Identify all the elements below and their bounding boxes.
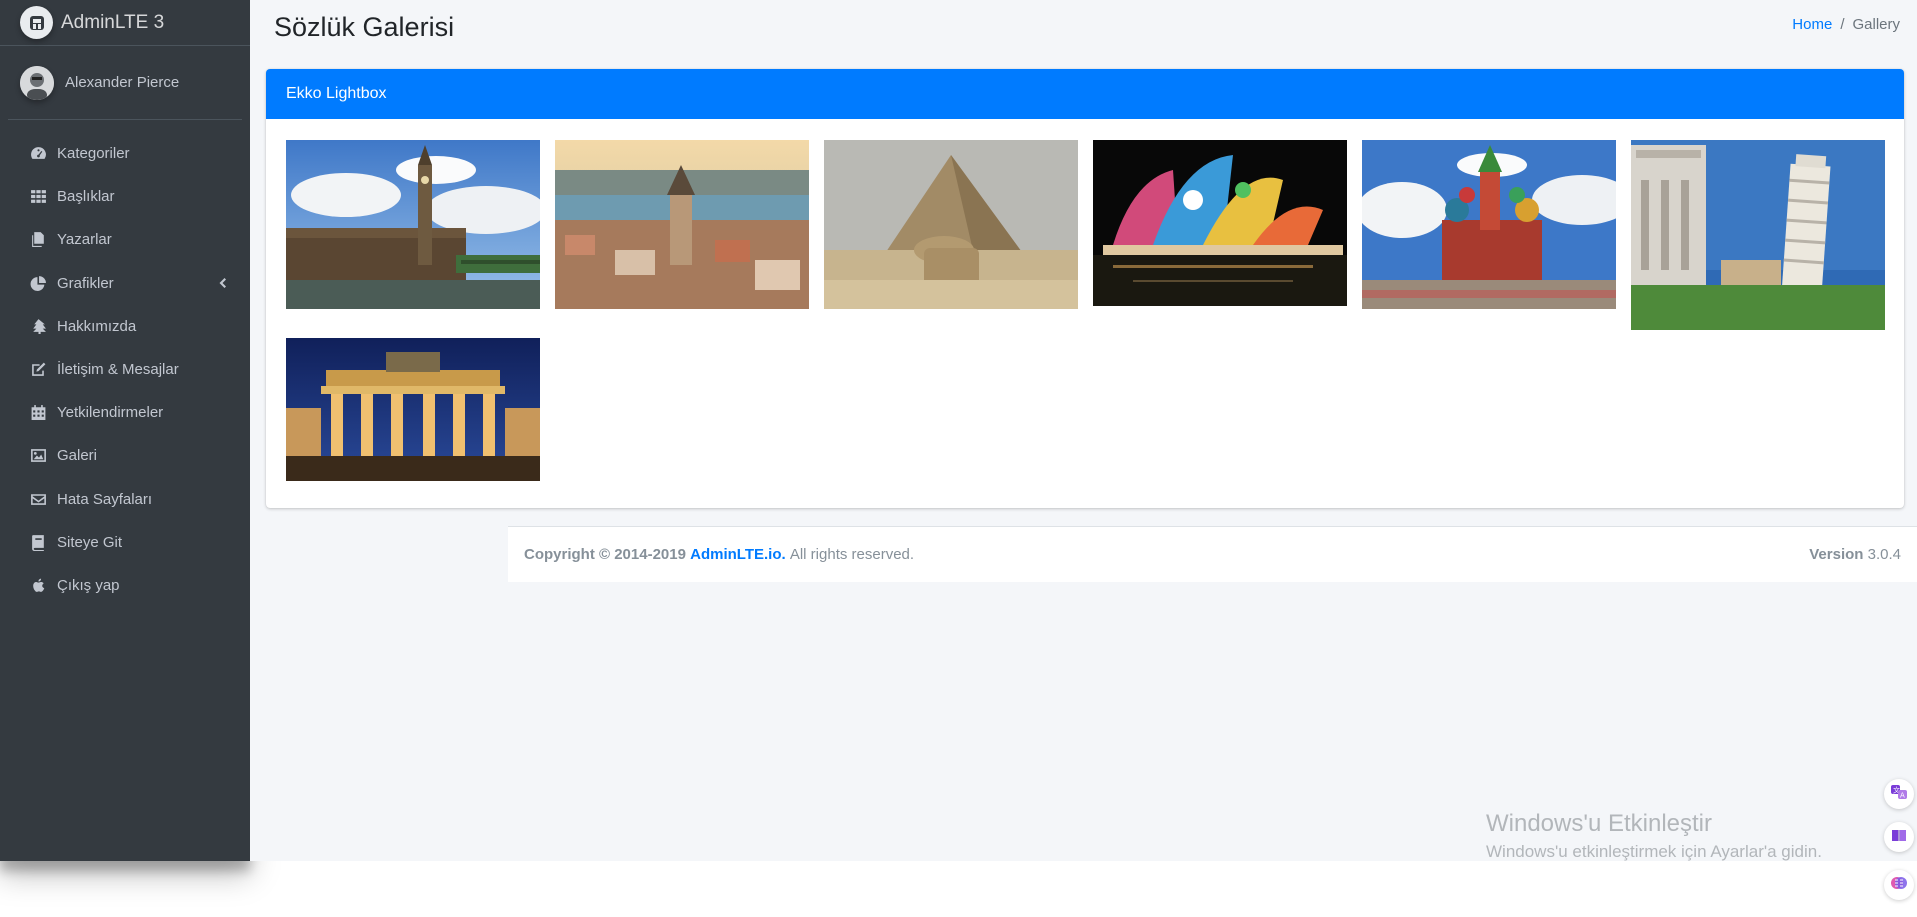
tachometer-icon bbox=[28, 145, 48, 163]
adminlte-logo-icon bbox=[20, 6, 53, 39]
footer-copyright: Copyright © 2014-2019 bbox=[524, 546, 686, 563]
breadcrumb-separator: / bbox=[1840, 16, 1845, 33]
sidebar-item-yazarlar[interactable]: Yazarlar bbox=[0, 218, 250, 261]
sidebar-item-galeri[interactable]: Galeri bbox=[0, 434, 250, 477]
main-sidebar: AdminLTE 3 Alexander Pierce Kategoriler … bbox=[0, 0, 250, 861]
calendar-icon bbox=[28, 404, 48, 422]
page-title: Sözlük Galerisi bbox=[274, 12, 455, 42]
sidebar-item-label: Grafikler bbox=[57, 274, 114, 292]
avatar bbox=[20, 65, 54, 100]
user-panel[interactable]: Alexander Pierce bbox=[8, 46, 242, 120]
translate-icon: 文A bbox=[1890, 783, 1908, 806]
sidebar-item-label: Galeri bbox=[57, 447, 98, 465]
apple-icon bbox=[28, 576, 48, 594]
sidebar-item-label: Hakkımızda bbox=[57, 317, 137, 335]
breadcrumb: Home / Gallery bbox=[1792, 16, 1900, 33]
sidebar-nav: Kategoriler Başlıklar Yazarlar Grafikler… bbox=[0, 120, 250, 607]
card-header: Ekko Lightbox bbox=[266, 69, 1904, 119]
sidebar-item-label: İletişim & Mesajlar bbox=[57, 361, 179, 379]
windows-activation-watermark: Windows'u Etkinleştir Windows'u etkinleş… bbox=[1486, 810, 1822, 862]
sidebar-item-hata-sayfalari[interactable]: Hata Sayfaları bbox=[0, 478, 250, 521]
footer-rights: All rights reserved. bbox=[789, 546, 915, 563]
footer-adminlte-link[interactable]: AdminLTE.io. bbox=[690, 546, 786, 563]
gallery-image-galata-tower[interactable] bbox=[555, 140, 809, 309]
activation-title: Windows'u Etkinleştir bbox=[1486, 810, 1712, 837]
envelope-icon bbox=[28, 490, 48, 508]
gallery-image-big-ben[interactable] bbox=[286, 140, 540, 309]
book-open-icon bbox=[1890, 826, 1908, 849]
sidebar-item-hakkimizda[interactable]: Hakkımızda bbox=[0, 305, 250, 348]
footer-version: Version 3.0.4 bbox=[1809, 546, 1901, 563]
footer-version-number: 3.0.4 bbox=[1867, 546, 1901, 563]
gallery-image-brandenburg-gate[interactable] bbox=[286, 338, 540, 481]
translate-extension-button[interactable]: 文A bbox=[1884, 779, 1914, 809]
sidebar-item-label: Yetkilendirmeler bbox=[57, 404, 164, 422]
user-name: Alexander Pierce bbox=[65, 74, 180, 91]
gallery-image-leaning-tower[interactable] bbox=[1631, 140, 1885, 330]
sidebar-item-label: Çıkış yap bbox=[57, 576, 120, 594]
svg-text:A: A bbox=[1900, 791, 1905, 799]
book-icon bbox=[28, 533, 48, 551]
sidebar-item-basliklar[interactable]: Başlıklar bbox=[0, 175, 250, 218]
sidebar-item-yetkilendirmeler[interactable]: Yetkilendirmeler bbox=[0, 391, 250, 434]
chevron-left-icon[interactable] bbox=[216, 276, 228, 290]
breadcrumb-current: Gallery bbox=[1852, 16, 1900, 33]
sidebar-item-label: Hata Sayfaları bbox=[57, 490, 153, 508]
gallery-image-pyramid[interactable] bbox=[824, 140, 1078, 309]
brand-link[interactable]: AdminLTE 3 bbox=[0, 0, 250, 46]
breadcrumb-home-link[interactable]: Home bbox=[1792, 16, 1832, 33]
ai-extension-button[interactable] bbox=[1884, 870, 1914, 900]
card-title: Ekko Lightbox bbox=[286, 85, 387, 102]
activation-subtitle: Windows'u etkinleştirmek için Ayarlar'a … bbox=[1486, 842, 1822, 861]
copy-icon bbox=[28, 231, 48, 249]
image-icon bbox=[28, 447, 48, 465]
sidebar-item-iletisim[interactable]: İletişim & Mesajlar bbox=[0, 348, 250, 391]
gallery-image-sydney-opera[interactable] bbox=[1093, 140, 1347, 306]
sidebar-item-grafikler[interactable]: Grafikler bbox=[0, 262, 250, 305]
th-grid-icon bbox=[28, 188, 48, 206]
sidebar-item-label: Yazarlar bbox=[57, 231, 112, 249]
sidebar-item-siteye-git[interactable]: Siteye Git bbox=[0, 521, 250, 564]
footer-version-label: Version bbox=[1809, 546, 1864, 563]
tree-icon bbox=[28, 317, 48, 335]
brain-icon bbox=[1890, 874, 1908, 897]
pie-chart-icon bbox=[28, 274, 48, 292]
sidebar-item-label: Başlıklar bbox=[57, 188, 115, 206]
gallery-card: Ekko Lightbox bbox=[266, 69, 1904, 508]
content-wrapper: Sözlük Galerisi Home / Gallery Ekko Ligh… bbox=[250, 0, 1917, 861]
reader-extension-button[interactable] bbox=[1884, 822, 1914, 852]
sidebar-item-kategoriler[interactable]: Kategoriler bbox=[0, 132, 250, 175]
sidebar-item-label: Kategoriler bbox=[57, 145, 130, 163]
main-footer: Copyright © 2014-2019 AdminLTE.io. All r… bbox=[508, 526, 1917, 582]
edit-icon bbox=[28, 361, 48, 379]
brand-text: AdminLTE 3 bbox=[61, 11, 165, 33]
sidebar-item-label: Siteye Git bbox=[57, 533, 123, 551]
sidebar-item-cikis-yap[interactable]: Çıkış yap bbox=[0, 564, 250, 607]
gallery-image-st-basils[interactable] bbox=[1362, 140, 1616, 309]
